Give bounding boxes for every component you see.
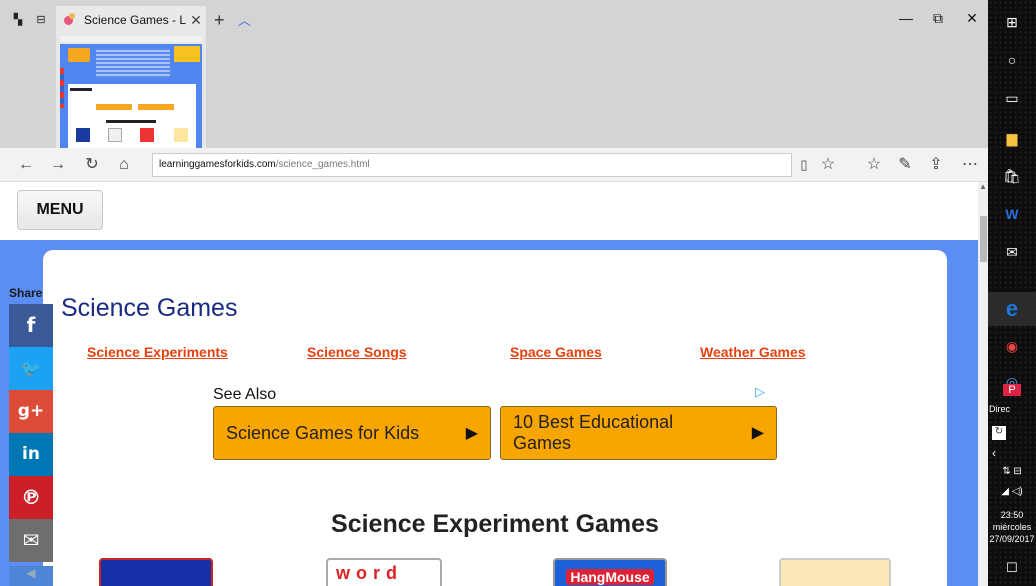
clock-day: miércoles xyxy=(992,522,1032,532)
game-thumb-label: word xyxy=(336,563,403,583)
site-favicon-icon xyxy=(62,13,78,27)
restore-icon[interactable]: ⧉ xyxy=(924,10,952,27)
share-icon[interactable]: ⇪ xyxy=(924,154,948,176)
link-science-songs[interactable]: Science Songs xyxy=(307,344,407,360)
facebook-icon: f xyxy=(26,313,36,337)
store-icon[interactable]: 🛍 xyxy=(988,168,1036,185)
address-toolbar: ← → ↻ ⌂ learninggamesforkids.com/science… xyxy=(0,148,988,182)
chrome-icon[interactable]: ◉ xyxy=(988,338,1036,355)
new-tab-icon[interactable]: + xyxy=(214,10,225,31)
edge-icon[interactable]: e xyxy=(988,292,1036,326)
close-window-icon[interactable]: ✕ xyxy=(958,10,986,27)
google-plus-icon: g+ xyxy=(17,401,45,421)
share-collapse-arrow-icon[interactable]: ◀ xyxy=(9,566,53,586)
refresh-icon[interactable]: ↻ xyxy=(80,154,104,176)
url-domain: learninggamesforkids.com xyxy=(159,159,276,170)
email-icon: ✉ xyxy=(22,528,40,552)
volume-tray-icon[interactable]: ◢ ◁) xyxy=(988,486,1036,497)
favorites-hub-icon[interactable]: ☆ xyxy=(862,154,886,176)
linkedin-icon: in xyxy=(22,444,40,464)
link-science-experiments[interactable]: Science Experiments xyxy=(87,344,228,360)
system-clock[interactable]: 23:50 miércoles 27/09/2017 xyxy=(988,509,1036,545)
web-note-icon[interactable]: ✎ xyxy=(893,154,917,176)
site-header: MENU xyxy=(0,182,978,240)
mail-icon[interactable]: ✉ xyxy=(988,244,1036,261)
back-icon[interactable]: ← xyxy=(14,154,38,176)
forward-icon[interactable]: → xyxy=(46,154,70,176)
home-icon[interactable]: ⌂ xyxy=(112,154,136,176)
game-thumb-word[interactable]: word xyxy=(326,558,442,586)
screen: ▚ ⊟ Science Games - Learnin ✕ + ︿ — ⧉ ✕ xyxy=(0,0,1036,586)
network-tray-icon[interactable]: ⇅ ⊟ xyxy=(988,466,1036,477)
section-heading: Science Experiment Games xyxy=(331,510,659,538)
play-arrow-icon: ▶ xyxy=(465,425,478,442)
start-windows-icon[interactable]: ⊞ xyxy=(988,14,1036,31)
share-email-button[interactable]: ✉ xyxy=(9,519,53,562)
clock-time: 23:50 xyxy=(1000,510,1024,520)
address-bar[interactable]: learninggamesforkids.com/science_games.h… xyxy=(152,153,792,177)
share-twitter-button[interactable]: 🐦 xyxy=(9,347,53,390)
minimize-icon[interactable]: — xyxy=(892,10,920,26)
menu-button[interactable]: MENU xyxy=(17,190,103,230)
powerpoint-icon[interactable]: P xyxy=(1003,384,1021,396)
vertical-scrollbar[interactable]: ▲ xyxy=(978,182,988,586)
game-thumb-label: HangMouse xyxy=(566,569,654,585)
scroll-up-arrow-icon[interactable]: ▲ xyxy=(978,182,988,192)
share-pinterest-button[interactable]: ℗ xyxy=(9,476,53,519)
play-arrow-icon: ▶ xyxy=(751,424,764,442)
notification-app-icon[interactable]: ↻ xyxy=(992,426,1006,440)
game-thumb-hangmouse[interactable]: HangMouse xyxy=(553,558,667,586)
tabs-aside-icon[interactable]: ⊟ xyxy=(33,12,49,28)
share-facebook-button[interactable]: f xyxy=(9,304,53,347)
game-thumb-1[interactable] xyxy=(99,558,213,586)
web-page: MENU Science Games Science Experiments S… xyxy=(0,182,978,586)
file-explorer-icon[interactable]: ▆ xyxy=(988,130,1036,147)
close-tab-icon[interactable]: ✕ xyxy=(186,12,206,29)
browser-window: ▚ ⊟ Science Games - Learnin ✕ + ︿ — ⧉ ✕ xyxy=(0,0,988,586)
adchoices-icon[interactable]: ▷ xyxy=(755,384,765,400)
see-also-label: See Also xyxy=(213,386,277,403)
clock-date: 27/09/2017 xyxy=(989,534,1035,544)
scroll-thumb[interactable] xyxy=(980,216,987,262)
action-center-icon[interactable]: ☐ xyxy=(988,560,1036,576)
ad-button-label: Science Games for Kids xyxy=(226,422,420,443)
set-aside-tabs-icon[interactable]: ▚ xyxy=(10,12,26,28)
task-view-icon[interactable]: ▭ xyxy=(988,90,1036,107)
ad-button-educational-games[interactable]: 10 Best Educational Games ▶ xyxy=(500,406,777,460)
link-space-games[interactable]: Space Games xyxy=(510,344,602,360)
tab-bar: ▚ ⊟ Science Games - Learnin ✕ + ︿ — ⧉ ✕ xyxy=(0,0,988,148)
active-tab[interactable]: Science Games - Learnin ✕ xyxy=(56,6,206,34)
cortana-search-icon[interactable]: ○ xyxy=(988,52,1036,68)
content-panel: Science Games Science Experiments Scienc… xyxy=(43,250,947,586)
more-icon[interactable]: ⋯ xyxy=(958,154,982,176)
ad-button-science-games[interactable]: Science Games for Kids ▶ xyxy=(213,406,491,460)
word-icon[interactable]: W xyxy=(988,206,1036,222)
taskbar: ⊞ ○ ▭ ▆ 🛍 W ✉ e ◉ ◎ P Direc ↻ ‹ ⇅ ⊟ ◢ ◁)… xyxy=(988,0,1036,586)
tab-preview-thumbnail[interactable] xyxy=(56,34,206,148)
share-linkedin-button[interactable]: in xyxy=(9,433,53,476)
game-thumb-4[interactable] xyxy=(779,558,891,586)
url-path: /science_games.html xyxy=(275,159,370,170)
share-google-plus-button[interactable]: g+ xyxy=(9,390,53,433)
twitter-icon: 🐦 xyxy=(21,359,41,378)
favorite-star-icon[interactable]: ☆ xyxy=(816,154,840,176)
reading-view-icon[interactable]: ▯ xyxy=(792,154,816,176)
ad-button-label: 10 Best Educational Games xyxy=(513,412,674,453)
taskbar-label: Direc xyxy=(989,404,1011,414)
tab-title: Science Games - Learnin xyxy=(84,13,186,27)
show-hidden-icons[interactable]: ‹ xyxy=(988,446,1036,460)
link-weather-games[interactable]: Weather Games xyxy=(700,344,806,360)
tab-preview-toggle-icon[interactable]: ︿ xyxy=(238,10,251,29)
page-title: Science Games xyxy=(61,294,238,322)
share-label: Share xyxy=(9,286,43,300)
pinterest-icon: ℗ xyxy=(21,485,41,509)
